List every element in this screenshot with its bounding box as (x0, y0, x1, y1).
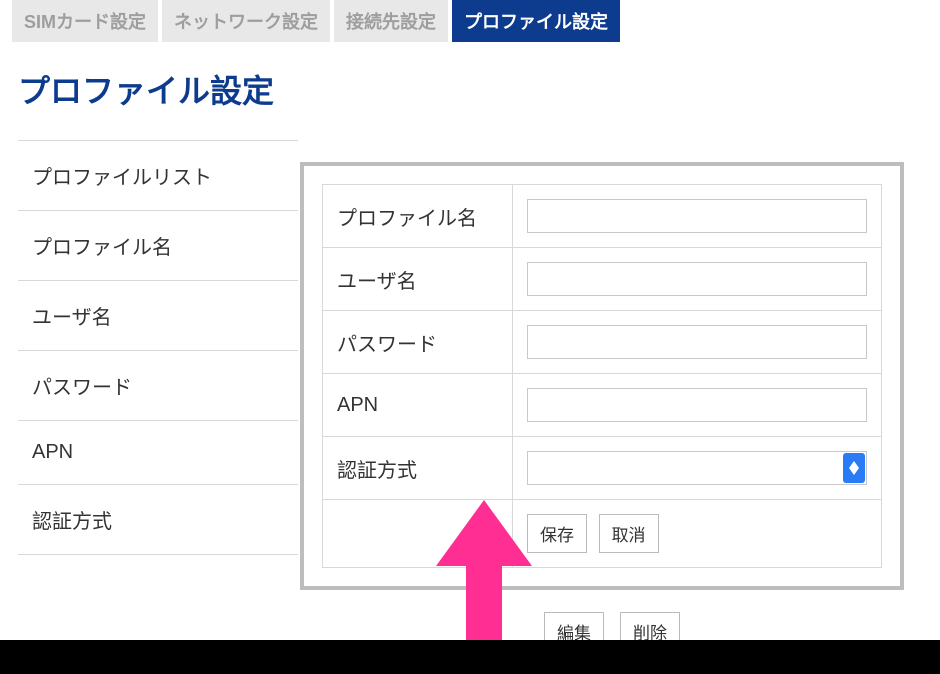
page-title: プロファイル設定 (18, 66, 922, 112)
input-profile-name[interactable] (527, 199, 867, 233)
list-item: 認証方式 (18, 485, 298, 555)
input-password[interactable] (527, 325, 867, 359)
tab-network[interactable]: ネットワーク設定 (162, 0, 330, 42)
tab-sim-card[interactable]: SIMカード設定 (12, 0, 158, 42)
content-area: プロファイル設定 プロファイルリスト プロファイル名 ユーザ名 パスワード AP… (0, 42, 940, 579)
label-auth-method: 認証方式 (323, 437, 513, 500)
tab-profile[interactable]: プロファイル設定 (452, 0, 620, 42)
label-username: ユーザ名 (323, 248, 513, 311)
save-button[interactable]: 保存 (527, 514, 587, 553)
label-profile-name: プロファイル名 (323, 185, 513, 248)
list-item: プロファイルリスト (18, 141, 298, 211)
bottom-black-bar (0, 640, 940, 674)
label-password: パスワード (323, 311, 513, 374)
profile-field-list: プロファイルリスト プロファイル名 ユーザ名 パスワード APN 認証方式 (18, 140, 298, 555)
tab-bar: SIMカード設定 ネットワーク設定 接続先設定 プロファイル設定 (0, 0, 940, 42)
cancel-button[interactable]: 取消 (599, 514, 659, 553)
actions-spacer (323, 500, 513, 568)
list-item: ユーザ名 (18, 281, 298, 351)
profile-edit-panel: プロファイル名 ユーザ名 パスワード APN 認証方式 (300, 162, 904, 590)
tab-connection[interactable]: 接続先設定 (334, 0, 448, 42)
select-auth-method[interactable] (527, 451, 867, 485)
list-item: パスワード (18, 351, 298, 421)
profile-form: プロファイル名 ユーザ名 パスワード APN 認証方式 (322, 184, 882, 568)
label-apn: APN (323, 374, 513, 437)
input-username[interactable] (527, 262, 867, 296)
list-item: APN (18, 421, 298, 485)
list-item: プロファイル名 (18, 211, 298, 281)
input-apn[interactable] (527, 388, 867, 422)
